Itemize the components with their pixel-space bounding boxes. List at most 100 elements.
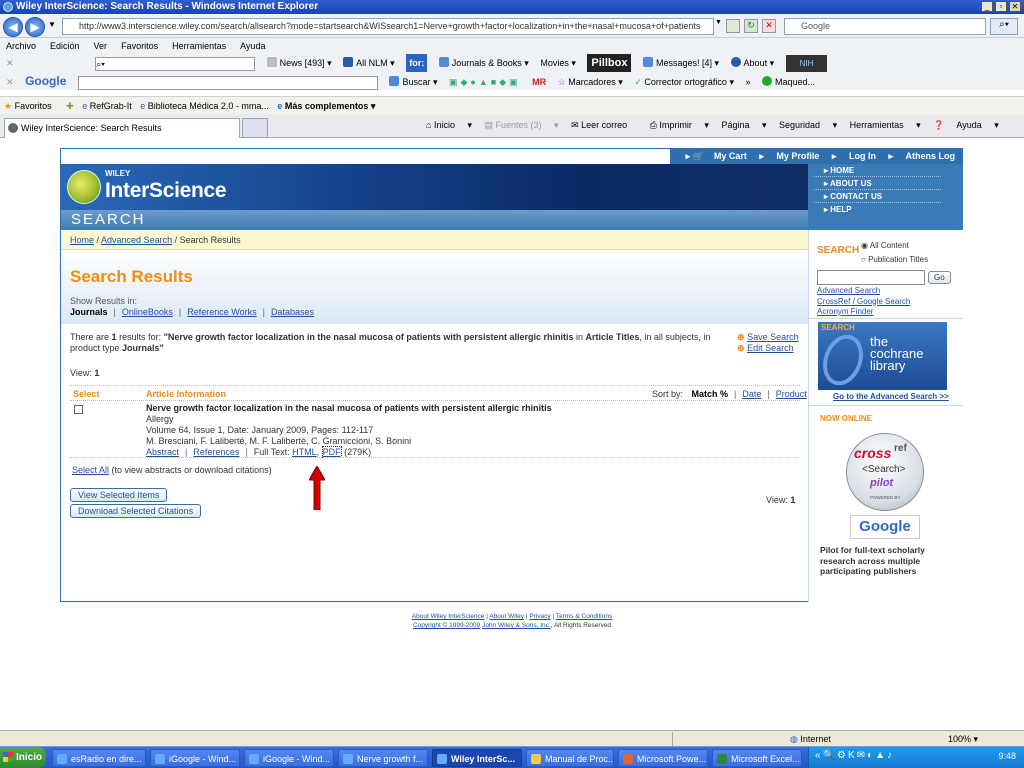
google-maqued[interactable]: Maqued... — [762, 73, 815, 90]
fav-biblioteca[interactable]: e Biblioteca Médica 2.0 - mma... — [140, 101, 269, 111]
references-link[interactable]: References — [193, 447, 239, 457]
task-manual[interactable]: Manual de Proc... — [526, 749, 614, 767]
cmd-pagina[interactable]: Página ▾ — [721, 120, 766, 130]
google-toolbar-icons[interactable]: ▣◆●▲■◆▣ — [449, 73, 521, 90]
crumb-advanced[interactable]: Advanced Search — [101, 235, 172, 245]
address-input[interactable]: http://www3.interscience.wiley.com/searc… — [62, 18, 714, 35]
save-search-link[interactable]: ⊕ Save Search — [737, 332, 799, 343]
result-checkbox[interactable] — [74, 405, 83, 414]
cmd-inicio[interactable]: ⌂ Inicio ▾ — [426, 120, 472, 130]
nav-home[interactable]: ▸ HOME — [814, 164, 941, 177]
task-igoogle-1[interactable]: iGoogle - Wind... — [150, 749, 240, 767]
result-title[interactable]: Nerve growth factor localization in the … — [146, 403, 786, 414]
toolbar-pillbox[interactable]: Pillbox — [587, 54, 632, 72]
close-window-button[interactable]: ✕ — [1009, 1, 1021, 12]
footer-terms[interactable]: Terms & Conditions — [556, 613, 612, 620]
sort-product[interactable]: Product — [776, 389, 807, 399]
cochrane-advanced-link[interactable]: Go to the Advanced Search >> — [833, 392, 949, 401]
nav-contact-us[interactable]: ▸ CONTACT US — [814, 190, 941, 203]
toolbar-movies[interactable]: Movies ▾ — [540, 54, 576, 72]
cmd-seguridad[interactable]: Seguridad ▾ — [779, 120, 837, 130]
task-esradio[interactable]: esRadio en dire... — [52, 749, 146, 767]
cmd-imprimir[interactable]: ⎙ Imprimir ▾ — [650, 120, 709, 130]
footer-about-wis[interactable]: About Wiley InterScience — [412, 613, 485, 620]
task-igoogle-2[interactable]: iGoogle - Wind... — [244, 749, 334, 767]
menu-edicion[interactable]: Edición — [50, 41, 80, 51]
close-toolbar-icon[interactable]: ✕ — [6, 54, 14, 72]
google-toolbar-input[interactable] — [77, 75, 378, 90]
menu-archivo[interactable]: Archivo — [6, 41, 36, 51]
log-in-link[interactable]: ▸ Log In — [832, 151, 876, 161]
footer-company[interactable]: John Wiley & Sons, Inc. — [482, 622, 551, 629]
toolbar-journals-books[interactable]: Journals & Books ▾ — [438, 54, 529, 72]
go-button[interactable]: Go — [928, 271, 951, 284]
footer-about-wiley[interactable]: About Wiley — [489, 613, 524, 620]
task-excel[interactable]: Microsoft Excel... — [712, 749, 802, 767]
crossref-pilot-logo[interactable]: cross ref <Search> pilot POWERED BY Goog… — [846, 433, 924, 541]
compat-icon[interactable] — [726, 19, 740, 33]
my-profile-link[interactable]: ▸ My Profile — [759, 151, 819, 161]
footer-copyright[interactable]: Copyright © 1999-2009 — [413, 622, 480, 629]
crossref-google-link[interactable]: CrossRef / Google Search — [817, 297, 910, 308]
download-citations-button[interactable]: Download Selected Citations — [70, 504, 202, 518]
toolbar-messages[interactable]: Messages! [4] ▾ — [642, 54, 719, 72]
google-buscar[interactable]: Buscar ▾ — [389, 73, 437, 90]
cmd-leer-correo[interactable]: ✉ Leer correo — [571, 120, 637, 130]
acronym-finder-link[interactable]: Acronym Finder — [817, 307, 910, 318]
address-dropdown-icon[interactable]: ▼ — [715, 19, 725, 33]
search-input[interactable]: Google — [784, 18, 986, 35]
cmd-herramientas[interactable]: Herramientas ▾ — [850, 120, 921, 130]
google-more[interactable]: » — [745, 73, 750, 90]
tab-wiley[interactable]: Wiley InterScience: Search Results — [4, 118, 240, 138]
html-link[interactable]: HTML — [292, 447, 317, 457]
crumb-home[interactable]: Home — [70, 235, 94, 245]
fav-refgrab[interactable]: e RefGrab-It — [82, 101, 132, 111]
tray-icons[interactable]: «🔍⚙K✉◐▲♪ — [815, 750, 894, 761]
task-nerve-growth[interactable]: Nerve growth f... — [338, 749, 428, 767]
cmd-fuentes[interactable]: ▤ Fuentes (3) ▾ — [485, 120, 559, 130]
radio-all-content[interactable]: ◉ All Content — [861, 241, 909, 250]
menu-ver[interactable]: Ver — [94, 41, 108, 51]
google-marcadores[interactable]: ☆ Marcadores ▾ — [558, 73, 623, 90]
start-button[interactable]: Inicio — [0, 747, 46, 768]
toolbar-all-nlm[interactable]: All NLM ▾ — [343, 54, 395, 72]
history-dropdown-icon[interactable]: ▼ — [48, 20, 56, 29]
cochrane-banner[interactable]: SEARCH the cochrane library — [816, 322, 947, 391]
zoom-level[interactable]: 100% ▾ — [948, 731, 978, 747]
nav-about-us[interactable]: ▸ ABOUT US — [814, 177, 941, 190]
menu-herramientas[interactable]: Herramientas — [172, 41, 226, 51]
task-powerpoint[interactable]: Microsoft Powe... — [618, 749, 708, 767]
close-google-toolbar-icon[interactable]: ✕ — [6, 73, 14, 90]
right-search-input[interactable] — [817, 270, 925, 285]
menu-favoritos[interactable]: Favoritos — [121, 41, 158, 51]
stop-icon[interactable]: ✕ — [762, 19, 776, 33]
menu-ayuda[interactable]: Ayuda — [240, 41, 265, 51]
toolbar-about[interactable]: About ▾ — [730, 54, 774, 72]
my-cart-link[interactable]: ▸ 🛒 My Cart — [686, 151, 747, 161]
search-go-icon[interactable]: ⌕▾ — [990, 18, 1018, 35]
forward-button[interactable]: ▶ — [25, 17, 45, 37]
select-all-link[interactable]: Select All — [72, 465, 109, 475]
cmd-ayuda[interactable]: ❓ Ayuda ▾ — [933, 120, 999, 130]
edit-search-link[interactable]: ⊕ Edit Search — [737, 343, 794, 354]
tab-reference-works[interactable]: Reference Works — [187, 307, 256, 317]
sort-match[interactable]: Match % — [692, 389, 729, 399]
tab-onlinebooks[interactable]: OnlineBooks — [122, 307, 173, 317]
minimize-button[interactable]: _ — [981, 1, 993, 12]
footer-privacy[interactable]: Privacy — [529, 613, 550, 620]
favorites-label[interactable]: Favoritos — [15, 101, 52, 111]
restore-button[interactable]: ▫ — [995, 1, 1007, 12]
sort-date[interactable]: Date — [742, 389, 761, 399]
nav-help[interactable]: ▸ HELP — [814, 203, 941, 216]
abstract-link[interactable]: Abstract — [146, 447, 179, 457]
fav-mas-complementos[interactable]: e Más complementos ▾ — [277, 101, 375, 111]
add-favorite-icon[interactable]: ✚ — [66, 101, 74, 111]
back-button[interactable]: ◀ — [3, 17, 23, 37]
tab-journals[interactable]: Journals — [70, 307, 108, 317]
google-mr[interactable]: MR — [532, 73, 546, 90]
google-corrector[interactable]: ✓ Corrector ortográfico ▾ — [634, 73, 734, 90]
toolbar-for[interactable]: for: — [406, 54, 428, 72]
radio-publication-titles[interactable]: ○ Publication Titles — [861, 255, 928, 264]
refresh-icon[interactable]: ↻ — [744, 19, 758, 33]
new-tab-button[interactable] — [242, 118, 268, 138]
